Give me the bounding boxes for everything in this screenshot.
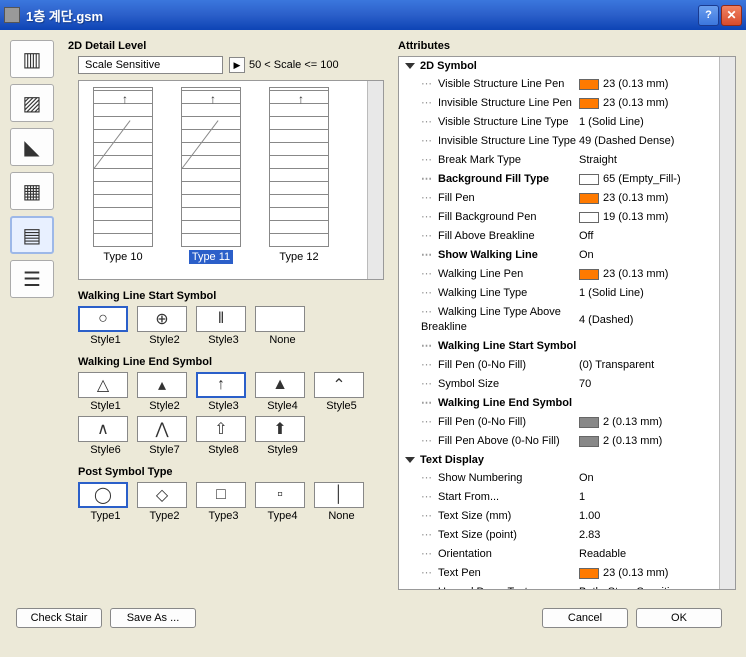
attr-row-show_walk[interactable]: ⋯Show Walking LineOn xyxy=(399,246,719,265)
close-button[interactable]: ✕ xyxy=(721,5,742,26)
color-swatch xyxy=(579,193,599,204)
attr-row-walk_pen[interactable]: ⋯Walking Line Pen23 (0.13 mm) xyxy=(399,265,719,284)
side-tab-5[interactable]: ▤ xyxy=(10,216,54,254)
color-swatch xyxy=(579,98,599,109)
preview-label: Type 10 xyxy=(103,251,142,263)
attr-row-break_mark[interactable]: ⋯Break Mark TypeStraight xyxy=(399,151,719,170)
attributes-title: Attributes xyxy=(398,40,736,52)
attr-row-ts_mm[interactable]: ⋯Text Size (mm)1.00 xyxy=(399,507,719,526)
stair-icon: ▥ xyxy=(23,47,42,72)
preview-type-10[interactable]: ↑ Type 10 xyxy=(79,81,167,279)
attr-row-we_fillpen[interactable]: ⋯Fill Pen (0-No Fill)2 (0.13 mm) xyxy=(399,413,719,432)
attr-row-fill_above[interactable]: ⋯Fill Above BreaklineOff xyxy=(399,227,719,246)
attr-row-vis_struct_pen[interactable]: ⋯Visible Structure Line Pen23 (0.13 mm) xyxy=(399,75,719,94)
walk-end-style6[interactable]: ∧Style6 xyxy=(78,416,133,456)
preview-label: Type 11 xyxy=(189,250,233,264)
attr-row-walk_type[interactable]: ⋯Walking Line Type1 (Solid Line) xyxy=(399,284,719,303)
app-icon xyxy=(4,7,20,23)
walking-start-title: Walking Line Start Symbol xyxy=(78,290,384,302)
walk-start-style3[interactable]: ‖Style3 xyxy=(196,306,251,346)
attributes-scrollbar[interactable] xyxy=(719,57,735,589)
attr-row-inv_struct_type[interactable]: ⋯Invisible Structure Line Type49 (Dashed… xyxy=(399,132,719,151)
attr-row-updown[interactable]: ⋯Up and Down TextBoth, Story Sensitive xyxy=(399,583,719,590)
check-stair-button[interactable]: Check Stair xyxy=(16,608,102,628)
railing-icon: ▦ xyxy=(23,179,42,204)
color-swatch xyxy=(579,212,599,223)
attr-row-start_from[interactable]: ⋯Start From...1 xyxy=(399,488,719,507)
post-type4[interactable]: ▫Type4 xyxy=(255,482,310,522)
side-tab-2[interactable]: ▨ xyxy=(10,84,54,122)
type-preview-list: ↑ Type 10 ↑ Type 11 ↑ Type 12 xyxy=(78,80,384,280)
post-type3[interactable]: □Type3 xyxy=(196,482,251,522)
listing-icon: ☰ xyxy=(23,267,41,292)
attr-row-fill_bg_pen[interactable]: ⋯Fill Background Pen19 (0.13 mm) xyxy=(399,208,719,227)
stair-side-icon: ▨ xyxy=(23,91,42,116)
color-swatch xyxy=(579,568,599,579)
side-tab-1[interactable]: ▥ xyxy=(10,40,54,78)
post-symbol-title: Post Symbol Type xyxy=(78,466,384,478)
preview-scrollbar[interactable] xyxy=(367,81,383,279)
post-type1[interactable]: ◯Type1 xyxy=(78,482,133,522)
symbol2d-icon: ▤ xyxy=(23,223,42,248)
attr-row-ws_sym[interactable]: ⋯Walking Line Start Symbol xyxy=(399,337,719,356)
preview-label: Type 12 xyxy=(279,251,318,263)
ok-button[interactable]: OK xyxy=(636,608,722,628)
attr-head-2d-symbol[interactable]: 2D Symbol xyxy=(399,57,719,75)
side-tab-3[interactable]: ◣ xyxy=(10,128,54,166)
cancel-button[interactable]: Cancel xyxy=(542,608,628,628)
walking-end-title: Walking Line End Symbol xyxy=(78,356,384,368)
color-swatch xyxy=(579,436,599,447)
attr-row-fill_pen[interactable]: ⋯Fill Pen23 (0.13 mm) xyxy=(399,189,719,208)
color-swatch xyxy=(579,79,599,90)
attributes-tree: 2D Symbol ⋯Visible Structure Line Pen23 … xyxy=(398,56,736,590)
walk-end-style5[interactable]: ⌃Style5 xyxy=(314,372,369,412)
detail-level-title: 2D Detail Level xyxy=(68,40,384,52)
attr-row-we_sym[interactable]: ⋯Walking Line End Symbol xyxy=(399,394,719,413)
attr-head-text-display[interactable]: Text Display xyxy=(399,451,719,469)
attr-row-inv_struct_pen[interactable]: ⋯Invisible Structure Line Pen23 (0.13 mm… xyxy=(399,94,719,113)
walk-end-style8[interactable]: ⇧Style8 xyxy=(196,416,251,456)
walk-end-style9[interactable]: ⬆Style9 xyxy=(255,416,310,456)
window-title: 1층 계단.gsm xyxy=(26,6,696,25)
play-button[interactable]: ▶ xyxy=(229,57,245,73)
help-button[interactable]: ? xyxy=(698,5,719,26)
walk-start-none[interactable]: None xyxy=(255,306,310,346)
attr-row-ts_pt[interactable]: ⋯Text Size (point)2.83 xyxy=(399,526,719,545)
walk-end-style3[interactable]: ↑Style3 xyxy=(196,372,251,412)
color-swatch xyxy=(579,417,599,428)
attr-row-bg_fill_type[interactable]: ⋯Background Fill Type65 (Empty_Fill-) xyxy=(399,170,719,189)
attr-row-show_num[interactable]: ⋯Show NumberingOn xyxy=(399,469,719,488)
walk-end-style2[interactable]: ▴Style2 xyxy=(137,372,192,412)
attr-row-ws_fillpen[interactable]: ⋯Fill Pen (0-No Fill)(0) Transparent xyxy=(399,356,719,375)
sidebar: ▥ ▨ ◣ ▦ ▤ ☰ xyxy=(10,40,60,590)
stair-profile-icon: ◣ xyxy=(24,135,39,160)
attr-row-ws_symsize[interactable]: ⋯Symbol Size70 xyxy=(399,375,719,394)
walk-end-style7[interactable]: ⋀Style7 xyxy=(137,416,192,456)
post-none[interactable]: │None xyxy=(314,482,369,522)
scale-range-text: 50 < Scale <= 100 xyxy=(249,59,339,71)
attr-row-walk_above[interactable]: ⋯Walking Line Type Above Breakline4 (Das… xyxy=(399,303,719,337)
walk-start-style1[interactable]: ○Style1 xyxy=(78,306,133,346)
attr-row-text_pen[interactable]: ⋯Text Pen23 (0.13 mm) xyxy=(399,564,719,583)
expand-icon xyxy=(405,457,415,463)
walk-start-style2[interactable]: ⊕Style2 xyxy=(137,306,192,346)
color-swatch xyxy=(579,269,599,280)
color-swatch xyxy=(579,174,599,185)
save-as-button[interactable]: Save As ... xyxy=(110,608,196,628)
side-tab-6[interactable]: ☰ xyxy=(10,260,54,298)
preview-type-12[interactable]: ↑ Type 12 xyxy=(255,81,343,279)
walk-end-style4[interactable]: ▲Style4 xyxy=(255,372,310,412)
side-tab-4[interactable]: ▦ xyxy=(10,172,54,210)
post-type2[interactable]: ◇Type2 xyxy=(137,482,192,522)
attr-row-orient[interactable]: ⋯OrientationReadable xyxy=(399,545,719,564)
attr-row-we_fillabove[interactable]: ⋯Fill Pen Above (0-No Fill)2 (0.13 mm) xyxy=(399,432,719,451)
attr-row-vis_struct_type[interactable]: ⋯Visible Structure Line Type1 (Solid Lin… xyxy=(399,113,719,132)
scale-sensitive-select[interactable]: Scale Sensitive xyxy=(78,56,223,74)
preview-type-11[interactable]: ↑ Type 11 xyxy=(167,81,255,279)
walk-end-style1[interactable]: △Style1 xyxy=(78,372,133,412)
expand-icon xyxy=(405,63,415,69)
